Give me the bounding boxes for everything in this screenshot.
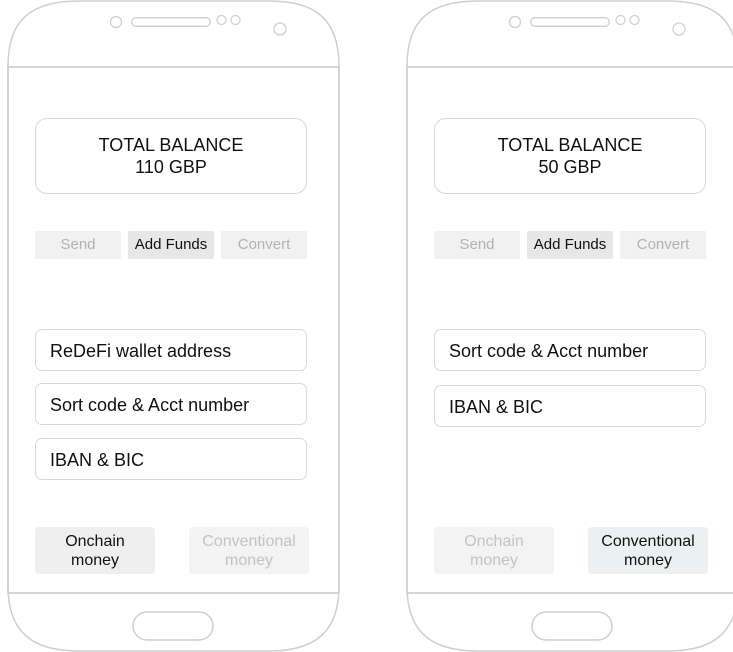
sensor-icon [615,14,640,26]
onchain-money-button[interactable]: Onchain money [35,527,155,574]
wallet-address-option[interactable]: ReDeFi wallet address [35,329,307,371]
balance-value: 110 GBP [135,157,207,177]
conventional-money-button[interactable]: Conventional money [189,527,309,574]
iban-bic-option[interactable]: IBAN & BIC [434,385,706,427]
onchain-money-button[interactable]: Onchain money [434,527,554,574]
onchain-money-line-1: Onchain [65,532,125,550]
total-balance-card: TOTAL BALANCE 50 GBP [434,118,706,194]
sort-code-option[interactable]: Sort code & Acct number [35,383,307,425]
conventional-money-button[interactable]: Conventional money [588,527,708,574]
convert-button[interactable]: Convert [620,231,706,259]
add-funds-button[interactable]: Add Funds [527,231,613,259]
conventional-money-line-1: Conventional [601,532,695,550]
camera-icon [508,15,522,29]
phone-right: TOTAL BALANCE 50 GBP Send Add Funds Conv… [406,0,733,652]
balance-value: 50 GBP [538,157,602,177]
send-button[interactable]: Send [35,231,121,259]
conventional-money-line-1: Conventional [202,532,296,550]
balance-label: TOTAL BALANCE [98,135,244,155]
phone-left: TOTAL BALANCE 110 GBP Send Add Funds Con… [7,0,340,652]
onchain-money-line-2: money [469,551,519,569]
speaker-grille-icon [530,17,610,27]
sort-code-option[interactable]: Sort code & Acct number [434,329,706,371]
sensor-icon [216,14,241,26]
send-button[interactable]: Send [434,231,520,259]
balance-label: TOTAL BALANCE [497,135,643,155]
home-button-icon[interactable] [531,611,613,641]
camera-icon [109,15,123,29]
onchain-money-line-2: money [70,551,120,569]
conventional-money-line-2: money [623,551,673,569]
speaker-grille-icon [131,17,211,27]
iban-bic-option[interactable]: IBAN & BIC [35,438,307,480]
home-button-icon[interactable] [132,611,214,641]
front-camera-icon [672,22,686,36]
add-funds-button[interactable]: Add Funds [128,231,214,259]
conventional-money-line-2: money [224,551,274,569]
onchain-money-line-1: Onchain [464,532,524,550]
total-balance-card: TOTAL BALANCE 110 GBP [35,118,307,194]
convert-button[interactable]: Convert [221,231,307,259]
front-camera-icon [273,22,287,36]
